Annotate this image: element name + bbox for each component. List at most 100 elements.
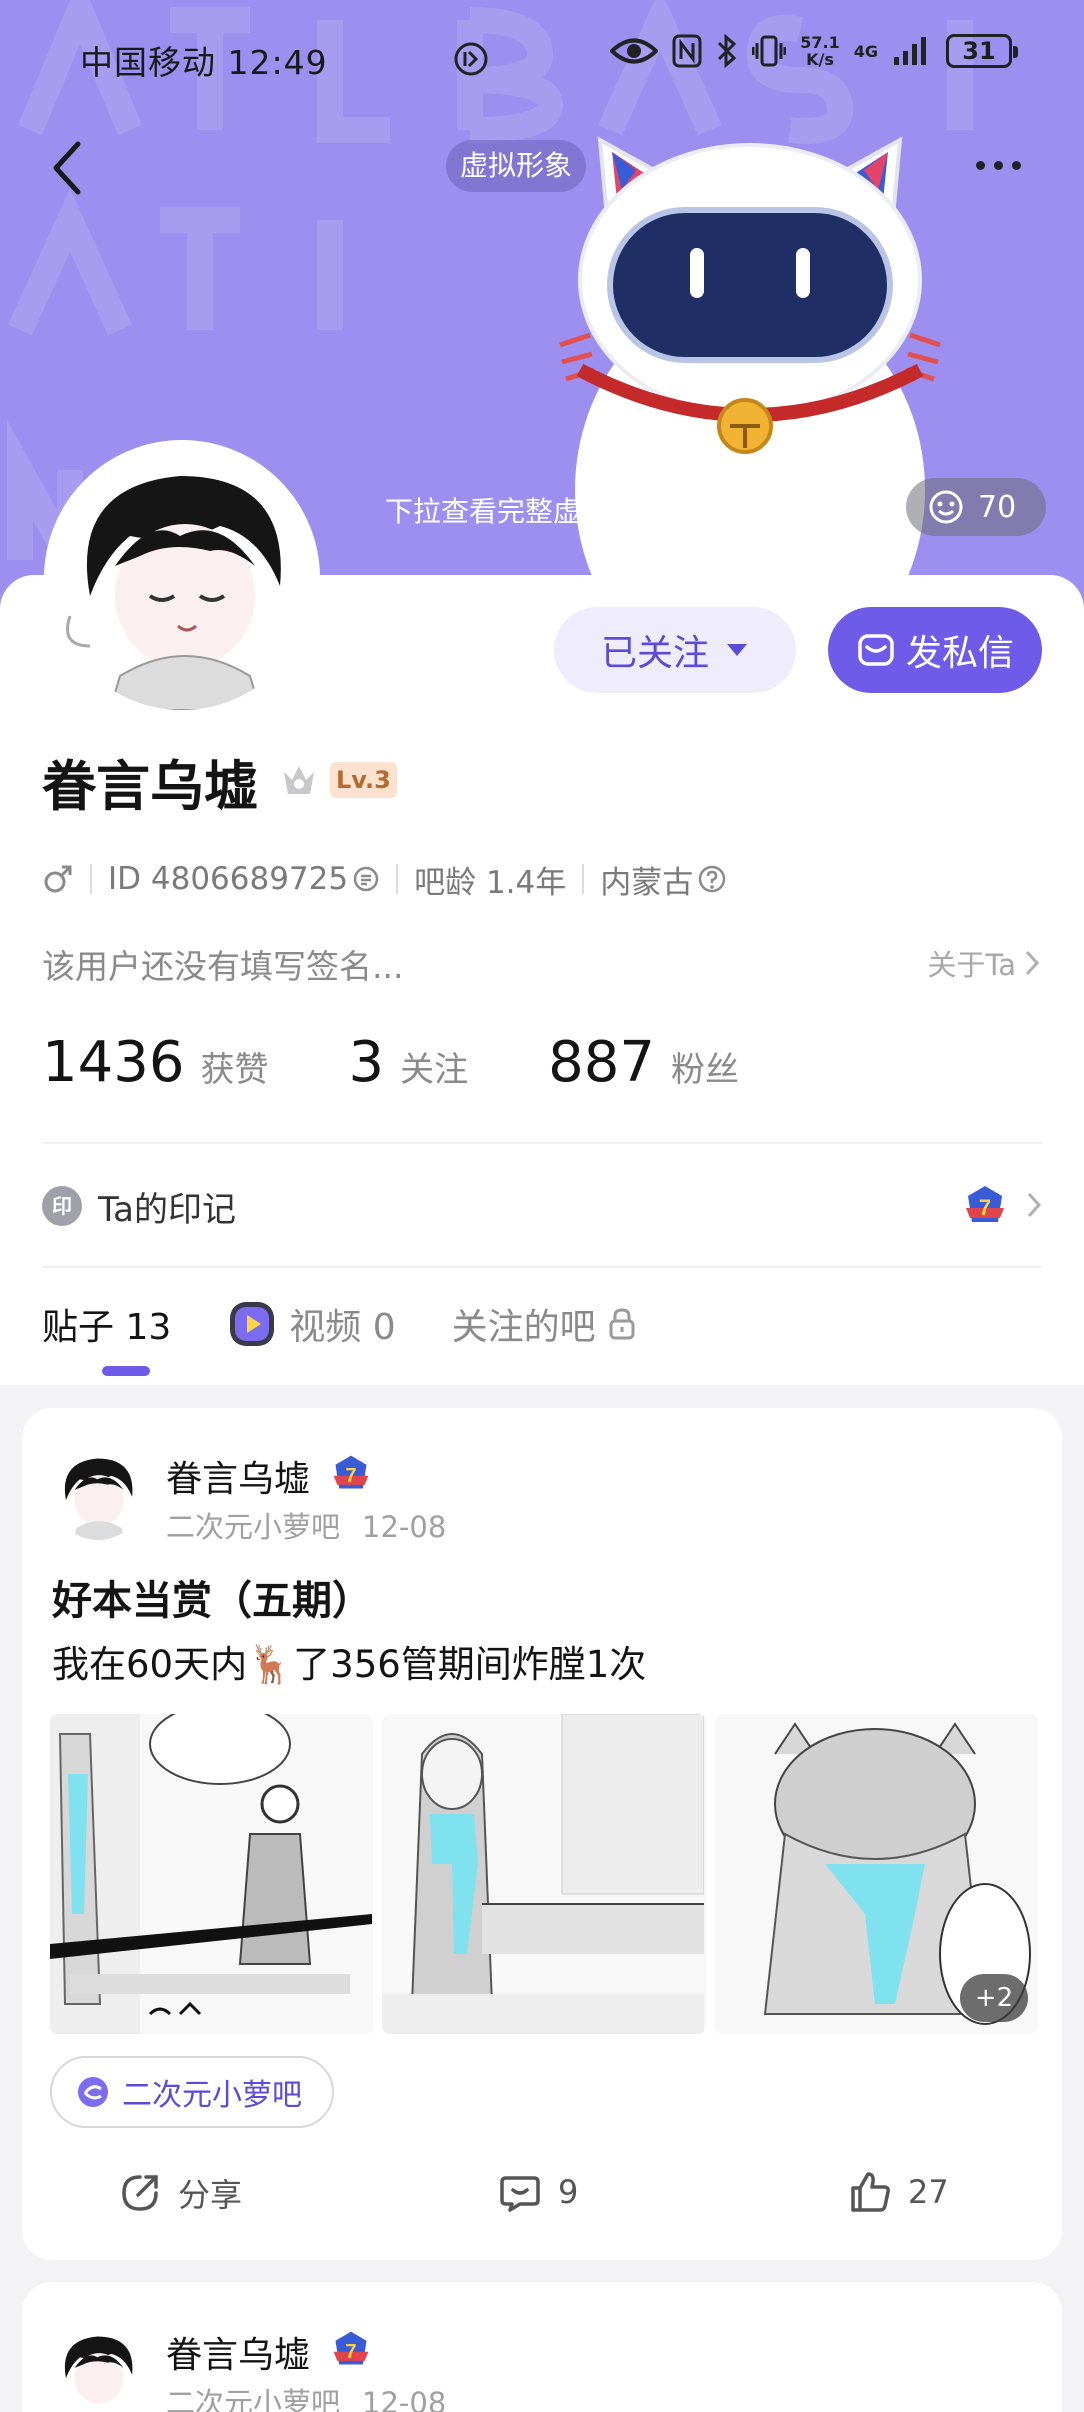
thumbs-up-icon — [851, 2172, 890, 2212]
post-forum: 二次元小萝吧 — [166, 2386, 341, 2412]
send-message-label: 发私信 — [905, 633, 1014, 674]
tab-followed-forums-label: 关注的吧 — [451, 1307, 596, 1348]
post-body[interactable]: 我在60天内🦌了356管期间炸膛1次 — [52, 1634, 646, 1688]
tab-followed-forums[interactable]: 关注的吧 — [452, 1298, 636, 1350]
avatar-like-count: 70 — [978, 489, 1017, 525]
comment-icon — [500, 2176, 540, 2212]
level-badge[interactable]: Lv.3 — [330, 762, 397, 798]
username: 眷言乌墟 — [42, 755, 258, 818]
level-7-badge-icon: 7 — [333, 1455, 369, 1489]
following-count: 3 — [348, 1030, 385, 1095]
send-message-button[interactable]: 发私信 — [828, 607, 1042, 693]
tab-posts[interactable]: 贴子 13 — [42, 1298, 171, 1350]
fans-count: 887 — [548, 1030, 656, 1095]
avatar-like-chip[interactable]: 70 — [906, 478, 1046, 536]
stat-fans[interactable]: 887 粉丝 — [548, 1030, 739, 1095]
forum-tag-label: 二次元小萝吧 — [122, 2078, 302, 2113]
post-actions: 分享 9 27 — [22, 2156, 1062, 2236]
post-author-avatar[interactable] — [52, 1448, 144, 1540]
post-forum: 二次元小萝吧 — [166, 1510, 341, 1544]
post-images: +2 — [50, 1714, 1038, 2034]
about-label: 关于Ta — [927, 948, 1016, 982]
post-card[interactable]: 眷言乌墟 7 二次元小萝吧 12-08 — [22, 2282, 1062, 2412]
post-image[interactable] — [50, 1714, 374, 2034]
active-tab-indicator — [102, 1366, 150, 1376]
virtual-avatar-cat[interactable] — [540, 130, 960, 610]
network-speed: 57.1 K/s — [800, 33, 840, 69]
pull-down-hint: 下拉查看完整虚拟形象 — [385, 495, 666, 528]
share-label: 分享 — [178, 2176, 243, 2214]
male-gender-icon — [44, 865, 72, 893]
comment-count: 9 — [558, 2173, 579, 2211]
author-avatar-image — [52, 2326, 144, 2412]
tab-videos[interactable]: 视频 0 — [227, 1298, 396, 1350]
eye-icon — [610, 38, 659, 64]
post-image[interactable] — [382, 1714, 706, 2034]
avatar[interactable] — [44, 440, 320, 716]
like-count: 27 — [908, 2173, 949, 2211]
svg-text:7: 7 — [345, 1465, 356, 1487]
post-card[interactable]: 眷言乌墟 7 二次元小萝吧 12-08 好本当赏（五期） 我在60天内🦌了356管… — [22, 1408, 1062, 2260]
following-label: 关注 — [400, 1050, 469, 1090]
about-link[interactable]: 关于Ta — [927, 942, 1040, 984]
likes-label: 获赞 — [200, 1050, 269, 1090]
profile-meta-row: ID 4806689725 吧龄 1.4年 内蒙古 — [42, 857, 727, 901]
post-title[interactable]: 好本当赏（五期） — [52, 1568, 372, 1626]
network-type: 4G — [853, 41, 878, 61]
level-7-badge-icon: 7 — [966, 1186, 1004, 1222]
badges-row[interactable]: 印 Ta的印记 7 — [42, 1178, 1042, 1234]
stat-following[interactable]: 3 关注 — [349, 1030, 469, 1095]
level-7-badge-icon: 7 — [333, 2331, 369, 2365]
manga-image-2 — [382, 1714, 705, 2034]
avatar-image — [50, 446, 314, 710]
back-icon[interactable] — [48, 138, 88, 198]
help-icon[interactable] — [697, 864, 727, 894]
caret-down-icon — [727, 644, 747, 656]
post-meta: 二次元小萝吧 12-08 — [166, 2380, 446, 2412]
signature-text: 该用户还没有填写签名... — [42, 947, 404, 986]
member-crown-icon[interactable] — [280, 760, 318, 798]
forum-icon — [78, 2077, 108, 2107]
more-images-badge[interactable]: +2 — [959, 1974, 1028, 2022]
post-author-name[interactable]: 眷言乌墟 — [166, 2326, 310, 2378]
post-author-name[interactable]: 眷言乌墟 — [166, 1450, 310, 1502]
post-author-avatar[interactable] — [52, 2326, 144, 2412]
post-date: 12-08 — [362, 2386, 447, 2412]
content-tabs: 贴子 13 视频 0 关注的吧 — [42, 1294, 692, 1354]
stats-row: 1436 获赞 3 关注 887 粉丝 — [42, 1030, 819, 1095]
carrier-time: 中国移动 12:49 — [80, 43, 328, 82]
forum-age: 吧龄 1.4年 — [414, 864, 567, 901]
divider — [42, 1266, 1042, 1268]
svg-text:7: 7 — [979, 1195, 991, 1220]
stat-likes[interactable]: 1436 获赞 — [42, 1030, 269, 1095]
likes-count: 1436 — [42, 1030, 185, 1095]
mail-icon — [858, 634, 894, 666]
share-button[interactable]: 分享 — [118, 2170, 242, 2216]
sync-icon — [454, 42, 488, 76]
followed-label: 已关注 — [600, 633, 709, 674]
author-avatar-image — [52, 1448, 144, 1540]
status-bar: 中国移动 12:49 57.1 K/s 4G 31 — [0, 30, 1084, 90]
comment-button[interactable]: 9 — [498, 2170, 578, 2214]
chevron-right-icon — [1025, 950, 1040, 976]
svg-text:7: 7 — [345, 2341, 356, 2363]
badges-label: Ta的印记 — [98, 1189, 236, 1230]
bluetooth-icon — [718, 34, 737, 68]
tab-posts-label: 贴子 13 — [42, 1307, 172, 1348]
chevron-right-icon — [1027, 1192, 1042, 1218]
post-image[interactable]: +2 — [714, 1714, 1038, 2034]
user-id: ID 4806689725 — [108, 861, 349, 897]
more-options-icon[interactable] — [976, 150, 1036, 180]
signal-icon — [894, 37, 926, 65]
tab-videos-label: 视频 0 — [289, 1307, 396, 1348]
manga-image-1 — [50, 1714, 372, 2034]
vibrate-icon — [752, 35, 787, 67]
fans-label: 粉丝 — [671, 1050, 740, 1090]
followed-button[interactable]: 已关注 — [554, 607, 796, 693]
forum-tag-chip[interactable]: 二次元小萝吧 — [50, 2056, 334, 2128]
like-button[interactable]: 27 — [848, 2170, 949, 2214]
location: 内蒙古 — [600, 864, 694, 901]
smile-icon — [929, 490, 963, 524]
post-date: 12-08 — [362, 1510, 447, 1544]
copy-id-icon[interactable] — [352, 865, 380, 893]
